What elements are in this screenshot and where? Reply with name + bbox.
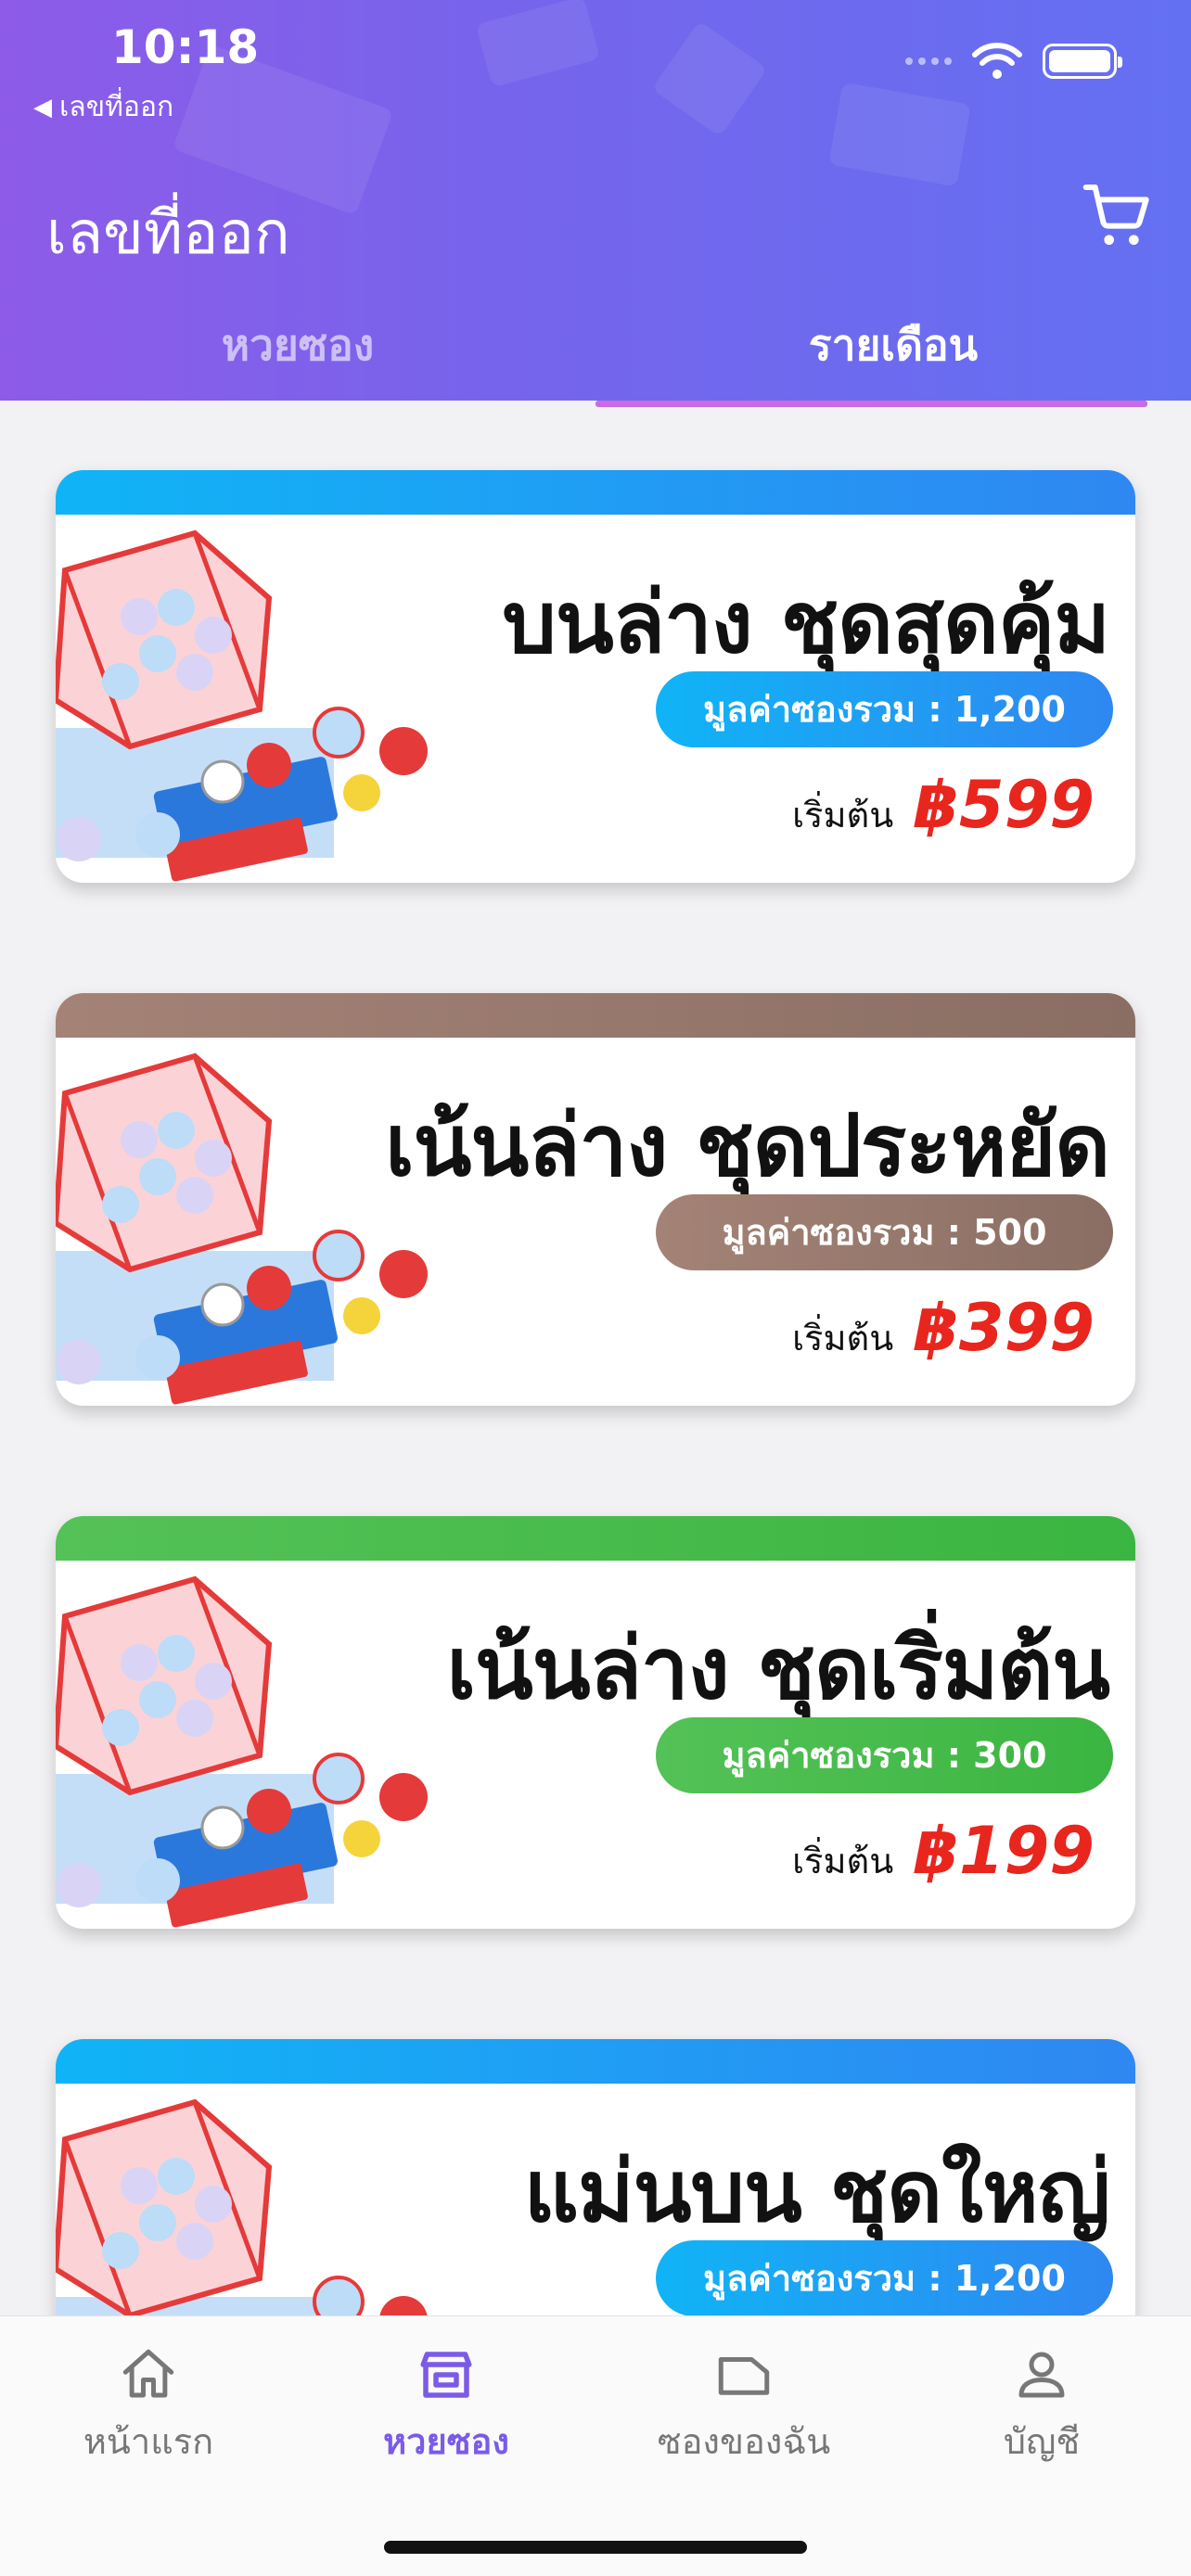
folder-icon: [718, 2357, 770, 2395]
total-value-pill: มูลค่าซองรวม : 1,200: [656, 671, 1113, 747]
bottom-navigation: หน้าแรก หวยซอง ซองของฉัน บัญชี: [0, 2315, 1191, 2576]
package-title: เน้นล่าง ชุดเริ่มต้น: [446, 1619, 1110, 1718]
package-card[interactable]: บนล่าง ชุดสุดคุ้ม มูลค่าซองรวม : 1,200 เ…: [56, 470, 1135, 883]
package-card[interactable]: เน้นล่าง ชุดประหยัด มูลค่าซองรวม : 500 เ…: [56, 993, 1135, 1406]
package-list: บนล่าง ชุดสุดคุ้ม มูลค่าซองรวม : 1,200 เ…: [0, 407, 1191, 2315]
package-price: ฿599: [914, 767, 1095, 843]
total-value-pill: มูลค่าซองรวม : 300: [656, 1717, 1113, 1793]
card-color-band: [56, 470, 1135, 515]
nav-home-label: หน้าแรก: [83, 2421, 214, 2462]
total-value-pill: มูลค่าซองรวม : 1,200: [656, 2240, 1113, 2315]
back-app-label: เลขที่ออก: [59, 91, 174, 123]
background-decoration: [475, 0, 601, 88]
price-starting-label: เริ่มต้น: [792, 1318, 894, 1358]
package-card[interactable]: เน้นล่าง ชุดเริ่มต้น มูลค่าซองรวม : 300 …: [56, 1516, 1135, 1929]
card-color-band: [56, 1516, 1135, 1561]
tab-monthly[interactable]: รายเดือน: [596, 299, 1191, 401]
nav-home[interactable]: หน้าแรก: [28, 2344, 269, 2469]
card-color-band: [56, 993, 1135, 1038]
tab-bar: หวยซอง รายเดือน: [0, 299, 1191, 401]
package-title: เน้นล่าง ชุดประหยัด: [385, 1096, 1110, 1195]
price-row: เริ่มต้น ฿599: [792, 767, 1095, 843]
nav-my-envelopes[interactable]: ซองของฉัน: [623, 2344, 864, 2469]
back-triangle-icon: ◀: [33, 93, 52, 121]
price-row: เริ่มต้น ฿399: [792, 1290, 1095, 1366]
person-icon: [1018, 2352, 1065, 2398]
status-time: 10:18: [111, 20, 260, 74]
price-row: เริ่มต้น ฿199: [792, 1813, 1095, 1889]
status-icons: [905, 43, 1122, 80]
back-to-app-button[interactable]: ◀ เลขที่ออก: [33, 85, 173, 129]
nav-envelope-lottery[interactable]: หวยซอง: [326, 2344, 567, 2469]
package-price: ฿399: [914, 1290, 1095, 1366]
card-color-band: [56, 2039, 1135, 2084]
tab-envelope-lottery[interactable]: หวยซอง: [0, 299, 596, 401]
lottery-machine-image: [56, 1575, 428, 1928]
package-title: บนล่าง ชุดสุดคุ้ม: [502, 573, 1110, 672]
package-card[interactable]: แม่นบน ชุดใหญ่ มูลค่าซองรวม : 1,200: [56, 2039, 1135, 2315]
background-decoration: [651, 20, 768, 137]
cart-icon[interactable]: [1080, 178, 1154, 252]
background-decoration: [828, 82, 971, 187]
nav-my-envelopes-label: ซองของฉัน: [657, 2421, 831, 2462]
nav-account-label: บัญชี: [1003, 2421, 1081, 2462]
lottery-machine-image: [56, 529, 428, 882]
price-starting-label: เริ่มต้น: [792, 1841, 894, 1881]
total-value-pill: มูลค่าซองรวม : 500: [656, 1194, 1113, 1270]
battery-icon: [1043, 44, 1122, 79]
page-title: เลขที่ออก: [46, 199, 290, 268]
home-icon: [122, 2349, 174, 2398]
cellular-signal-icon: [905, 57, 952, 65]
home-indicator: [384, 2541, 807, 2554]
app-header: 10:18 ◀ เลขที่ออก เลขที่ออก หวยซอง รายเด…: [0, 0, 1191, 401]
lottery-machine-image: [56, 2098, 428, 2315]
nav-envelope-lottery-label: หวยซอง: [383, 2421, 509, 2462]
active-tab-indicator: [596, 401, 1147, 407]
package-price: ฿199: [914, 1813, 1095, 1889]
nav-account[interactable]: บัญชี: [921, 2344, 1162, 2469]
package-title: แม่นบน ชุดใหญ่: [523, 2142, 1110, 2241]
wifi-icon: [972, 43, 1022, 79]
store-icon: [420, 2352, 472, 2398]
price-starting-label: เริ่มต้น: [792, 795, 894, 835]
